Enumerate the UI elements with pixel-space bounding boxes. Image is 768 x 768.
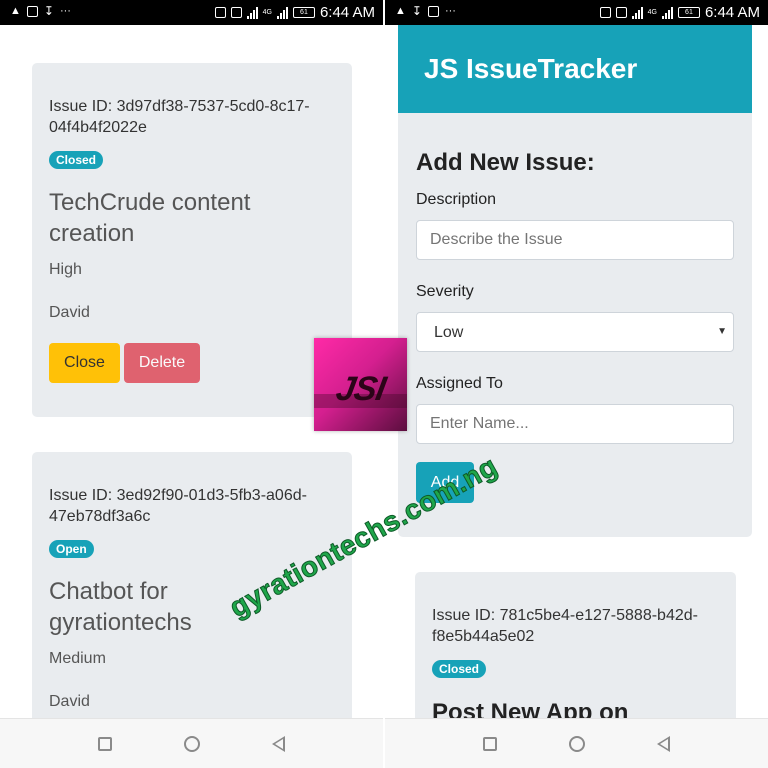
issue-title: TechCrude content xyxy=(49,189,251,216)
chevron-down-icon: ▼ xyxy=(717,326,727,337)
download-icon: ↧ xyxy=(43,3,54,18)
recents-icon[interactable] xyxy=(98,736,112,751)
issue-id-cont: 04f4b4f2022e xyxy=(49,119,147,136)
vibrate-icon xyxy=(230,7,242,18)
issue-title-cont: creation xyxy=(49,220,135,247)
issue-id-cont: f8e5b44a5e02 xyxy=(432,628,535,645)
signal-2-icon xyxy=(661,6,673,19)
assigned-to-input[interactable] xyxy=(416,404,734,444)
app-title: JS IssueTracker xyxy=(424,53,638,84)
close-button[interactable]: Close xyxy=(49,343,120,383)
back-icon[interactable] xyxy=(657,735,670,752)
logo-lettering: JSI xyxy=(333,370,388,408)
issue-card: Issue ID: 3d97df38-7537-5cd0-8c17- 04f4b… xyxy=(32,63,352,417)
home-icon[interactable] xyxy=(569,735,585,752)
clock: 6:44 AM xyxy=(704,4,760,21)
status-badge: Open xyxy=(49,540,94,558)
delete-button[interactable]: Delete xyxy=(124,343,200,383)
navigation-bar xyxy=(0,718,383,768)
severity-selected-value: Low xyxy=(434,324,464,341)
status-badge: Closed xyxy=(432,660,487,678)
person-icon: ▲ xyxy=(395,5,406,17)
network-type: 4G xyxy=(647,9,657,16)
nfc-icon xyxy=(214,7,226,18)
vibrate-icon xyxy=(615,7,627,18)
network-type: 4G xyxy=(262,9,272,16)
severity-select[interactable]: Low ▼ xyxy=(416,312,734,352)
issue-id: Issue ID: 3ed92f90-01d3-5fb3-a06d- xyxy=(49,487,307,504)
video-icon xyxy=(427,5,439,17)
navigation-bar xyxy=(385,718,768,768)
issue-id-cont: 47eb78df3a6c xyxy=(49,508,151,525)
clock: 6:44 AM xyxy=(319,4,375,21)
recents-icon[interactable] xyxy=(483,736,497,751)
description-label: Description xyxy=(416,191,497,208)
battery-icon: 61 xyxy=(677,7,700,18)
more-icon: ··· xyxy=(444,5,456,17)
screenshot-root: ▲ ↧ ··· 4G 61 6:44 AM Issue ID: 3d97df38… xyxy=(0,0,768,768)
more-icon: ··· xyxy=(59,5,71,17)
image-icon xyxy=(26,5,38,17)
back-icon[interactable] xyxy=(272,735,285,752)
description-input[interactable] xyxy=(416,220,734,260)
download-icon: ↧ xyxy=(411,3,422,18)
signal-icon xyxy=(246,6,258,19)
nfc-icon xyxy=(599,7,611,18)
system-icons: 4G 61 6:44 AM xyxy=(214,4,375,21)
issue-severity: Medium xyxy=(49,650,106,667)
issue-card: Issue ID: 3ed92f90-01d3-5fb3-a06d- 47eb7… xyxy=(32,452,352,752)
jsi-logo: JSI xyxy=(314,338,407,431)
person-icon: ▲ xyxy=(10,5,21,17)
signal-2-icon xyxy=(276,6,288,19)
signal-icon xyxy=(631,6,643,19)
severity-label: Severity xyxy=(416,283,474,300)
status-bar: ▲ ↧ ··· 4G 61 6:44 AM xyxy=(385,0,768,25)
notification-icons: ▲ ↧ ··· xyxy=(395,3,456,18)
right-phone-screen: ▲ ↧ ··· 4G 61 6:44 AM JS IssueTracker Ad… xyxy=(385,0,768,768)
issue-id: Issue ID: 3d97df38-7537-5cd0-8c17- xyxy=(49,98,310,115)
issue-id: Issue ID: 781c5be4-e127-5888-b42d- xyxy=(432,607,698,624)
issue-severity: High xyxy=(49,261,82,278)
issue-title-cont: gyrationtechs xyxy=(49,609,192,636)
app-header: JS IssueTracker xyxy=(398,25,752,113)
form-heading: Add New Issue: xyxy=(416,149,595,176)
issue-assignee: David xyxy=(49,693,90,710)
status-badge: Closed xyxy=(49,151,104,169)
assigned-to-label: Assigned To xyxy=(416,375,503,392)
battery-icon: 61 xyxy=(292,7,315,18)
status-bar: ▲ ↧ ··· 4G 61 6:44 AM xyxy=(0,0,383,25)
system-icons: 4G 61 6:44 AM xyxy=(599,4,760,21)
notification-icons: ▲ ↧ ··· xyxy=(10,3,71,18)
home-icon[interactable] xyxy=(184,735,200,752)
issue-assignee: David xyxy=(49,304,90,321)
